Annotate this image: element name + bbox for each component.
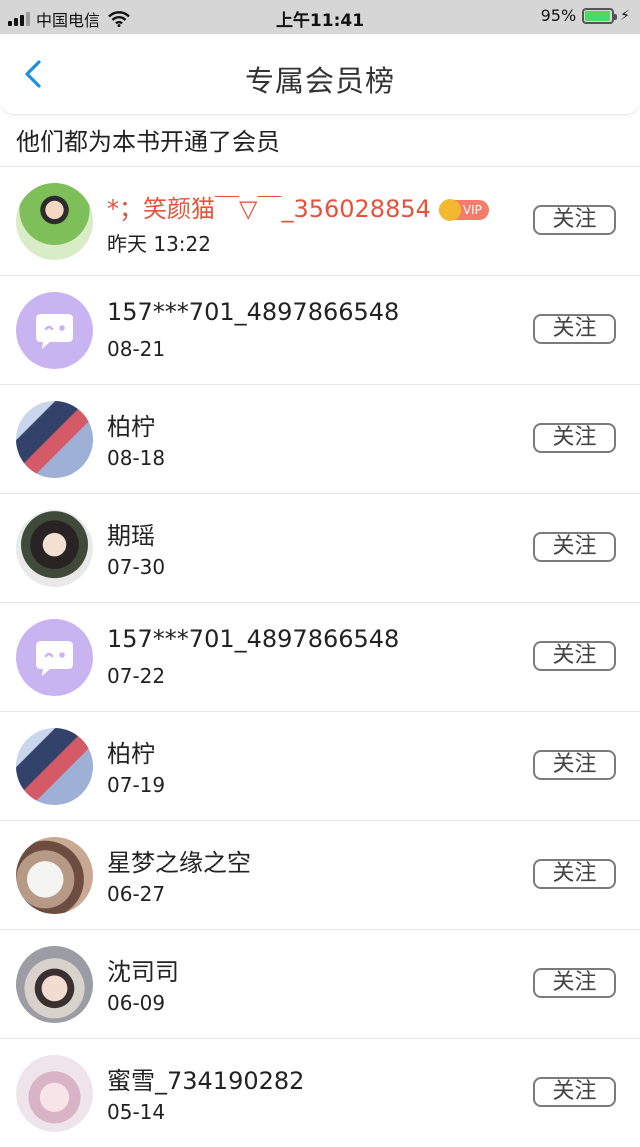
default-avatar-icon (36, 314, 73, 349)
member-name: 星梦之缘之空 (107, 843, 251, 878)
member-row[interactable]: 蜜雪_734190282 05-14 关注 (0, 1038, 640, 1147)
avatar[interactable] (16, 401, 93, 478)
member-name: *；笑颜猫￣▽￣_356028854 VIP (107, 189, 489, 224)
member-list: *；笑颜猫￣▽￣_356028854 VIP 昨天 13:22 关注 157***701… (0, 166, 640, 1147)
member-row[interactable]: 星梦之缘之空 06-27 关注 (0, 820, 640, 929)
follow-button[interactable]: 关注 (533, 423, 616, 453)
charging-icon: ⚡ (620, 7, 630, 24)
member-row[interactable]: 柏柠 08-18 关注 (0, 384, 640, 493)
member-name: 157***701_4897866548 (107, 298, 399, 326)
default-avatar-icon (36, 641, 73, 676)
crown-icon (438, 199, 461, 221)
follow-button[interactable]: 关注 (533, 314, 616, 344)
follow-button[interactable]: 关注 (533, 641, 616, 671)
member-name-text: 柏柠 (107, 740, 155, 768)
battery-percent: 95% (540, 6, 577, 25)
avatar[interactable] (16, 837, 93, 914)
avatar[interactable] (16, 292, 93, 369)
member-name-text: 蜜雪_734190282 (107, 1067, 305, 1095)
member-name: 蜜雪_734190282 (107, 1061, 304, 1096)
member-name-text: 沈司司 (107, 958, 179, 986)
avatar[interactable] (16, 183, 93, 260)
vip-badge-label: VIP (462, 203, 482, 217)
follow-button[interactable]: 关注 (533, 859, 616, 889)
member-row[interactable]: *；笑颜猫￣▽￣_356028854 VIP 昨天 13:22 关注 (0, 166, 640, 275)
avatar[interactable] (16, 728, 93, 805)
follow-button[interactable]: 关注 (533, 532, 616, 562)
avatar[interactable] (16, 946, 93, 1023)
avatar[interactable] (16, 510, 93, 587)
member-name-text: 期瑶 (107, 522, 155, 550)
member-name: 柏柠 (107, 407, 155, 442)
member-row[interactable]: 157***701_4897866548 07-22 关注 (0, 602, 640, 711)
member-name-text: 157***701_4897866548 (107, 625, 400, 653)
member-date: 08-21 (107, 337, 166, 361)
member-name-text: *；笑颜猫￣▽￣_356028854 (107, 195, 431, 223)
status-bar: 中国电信 上午11:41 95% ⚡ (0, 0, 640, 34)
section-subtitle: 他们都为本书开通了会员 (16, 128, 280, 156)
battery-icon (582, 7, 618, 24)
member-name: 沈司司 (107, 952, 179, 987)
member-date: 昨天 13:22 (107, 232, 211, 256)
vip-badge: VIP (438, 199, 489, 221)
member-date: 07-22 (107, 664, 166, 688)
member-name-text: 星梦之缘之空 (107, 849, 251, 877)
member-date: 07-19 (107, 773, 166, 797)
member-row[interactable]: 沈司司 06-09 关注 (0, 929, 640, 1038)
member-row[interactable]: 柏柠 07-19 关注 (0, 711, 640, 820)
avatar[interactable] (16, 619, 93, 696)
member-row[interactable]: 期瑶 07-30 关注 (0, 493, 640, 602)
follow-button[interactable]: 关注 (533, 1077, 616, 1107)
page-title: 专属会员榜 (244, 64, 395, 98)
member-date: 05-14 (107, 1100, 166, 1124)
follow-button[interactable]: 关注 (533, 968, 616, 998)
member-name: 157***701_4897866548 (107, 625, 399, 653)
avatar[interactable] (16, 1055, 93, 1132)
member-name-text: 柏柠 (107, 413, 155, 441)
navigation-bar: 专属会员榜 (0, 34, 640, 115)
member-date: 06-27 (107, 882, 166, 906)
member-name: 柏柠 (107, 734, 155, 769)
member-date: 06-09 (107, 991, 166, 1015)
member-date: 07-30 (107, 555, 166, 579)
member-date: 08-18 (107, 446, 166, 470)
follow-button[interactable]: 关注 (533, 205, 616, 235)
member-name-text: 157***701_4897866548 (107, 298, 400, 326)
follow-button[interactable]: 关注 (533, 750, 616, 780)
member-name: 期瑶 (107, 516, 155, 551)
member-row[interactable]: 157***701_4897866548 08-21 关注 (0, 275, 640, 384)
